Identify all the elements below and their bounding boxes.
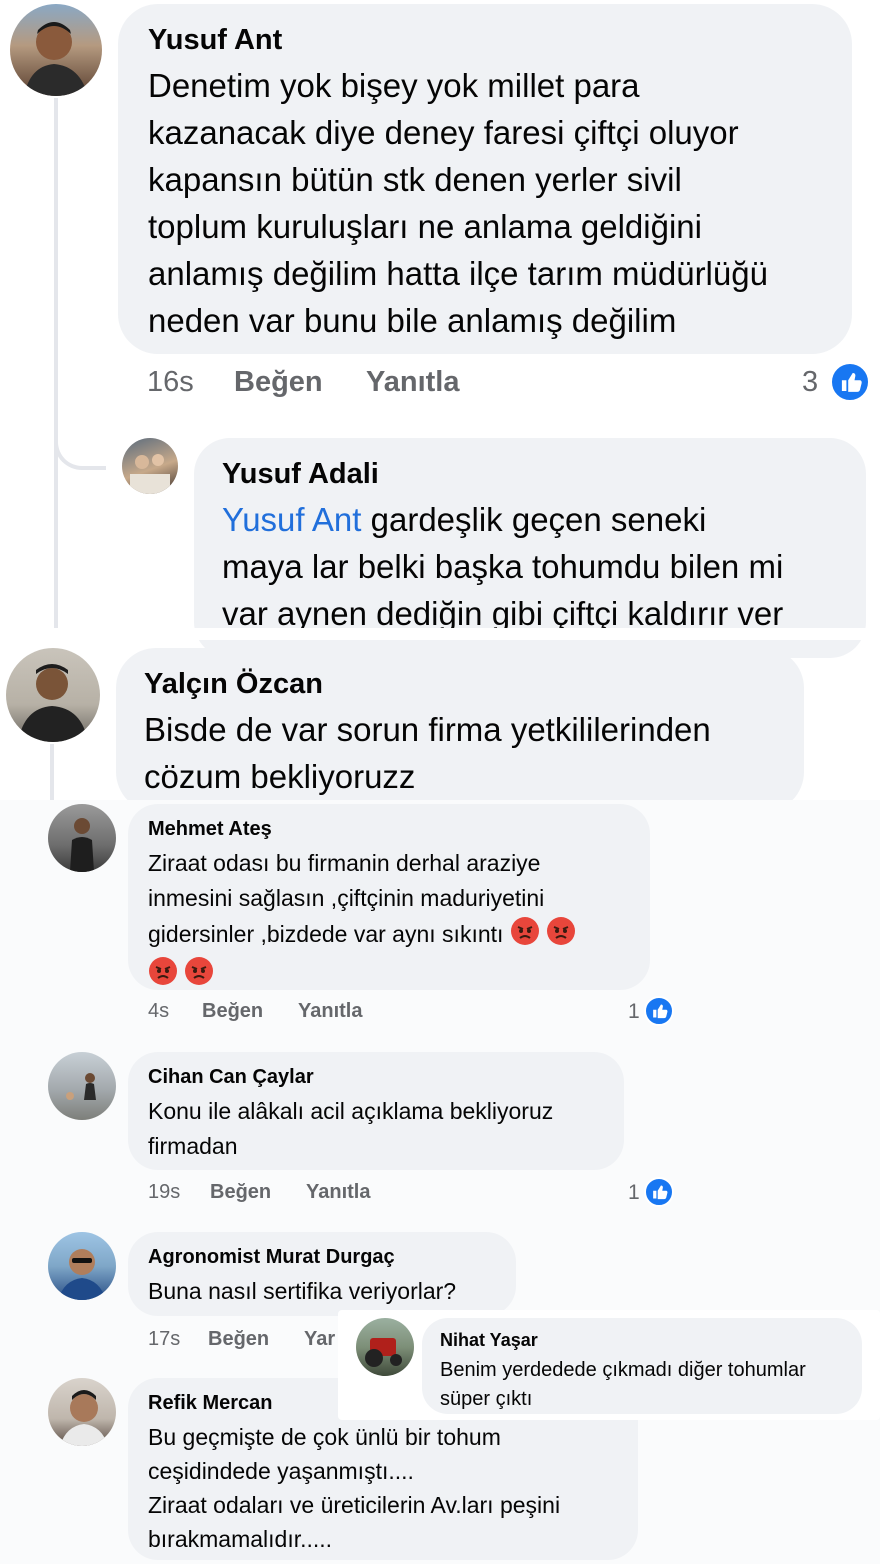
comment-time: 4s xyxy=(148,1000,170,1022)
reply-link[interactable]: Yanıtla xyxy=(306,1181,370,1204)
comment-bubble-cihan-can-caylar[interactable]: Cihan Can Çaylar Konu ile alâkalı acil a… xyxy=(128,1052,624,1170)
thread-line xyxy=(54,98,58,628)
comment-text: Konu ile alâkalı acil açıklama bekliyoru… xyxy=(148,1098,554,1159)
avatar-yalcin-ozcan[interactable] xyxy=(6,648,100,742)
comment-bubble-yusuf-ant[interactable]: Yusuf Ant Denetim yok bişey yok millet p… xyxy=(118,4,852,354)
angry-face-emoji xyxy=(510,916,540,956)
comment-author[interactable]: Yusuf Adali xyxy=(222,458,379,491)
like-link[interactable]: Beğen xyxy=(202,1000,263,1023)
comment-bubble-mehmet-ates[interactable]: Mehmet Ateş Ziraat odası bu firmanin der… xyxy=(128,804,650,990)
group-photo-icon xyxy=(130,454,170,494)
comment-text: Bisde de var sorun firma yetkililerinden… xyxy=(144,711,711,795)
reply-link[interactable]: Yanıtla xyxy=(298,1000,362,1023)
reply-connector xyxy=(54,420,106,470)
angry-face-emoji xyxy=(184,956,214,996)
angry-face-emoji xyxy=(546,916,576,956)
comment-bubble-yalcin-ozcan[interactable]: Yalçın Özcan Bisde de var sorun firma ye… xyxy=(116,648,804,812)
comment-author[interactable]: Nihat Yaşar xyxy=(440,1330,538,1351)
like-thumbs-up-icon[interactable] xyxy=(830,362,870,402)
comment-author[interactable]: Agronomist Murat Durgaç xyxy=(148,1246,395,1269)
comment-text: Yusuf Ant gardeşlik geçen seneki maya la… xyxy=(222,501,784,632)
reply-link[interactable]: Yanıtla xyxy=(366,366,460,399)
avatar-cihan-can-caylar[interactable] xyxy=(48,1052,116,1120)
comment-bubble-nihat-yasar[interactable]: Nihat Yaşar Benim yerdedede çıkmadı diğe… xyxy=(422,1318,862,1414)
comment-author[interactable]: Yusuf Ant xyxy=(148,24,282,57)
like-link[interactable]: Beğen xyxy=(210,1181,271,1204)
person-silhouette-icon xyxy=(66,1073,96,1100)
comment-bubble-murat-durgac[interactable]: Agronomist Murat Durgaç Buna nasıl serti… xyxy=(128,1232,516,1316)
comment-text: Denetim yok bişey yok millet para kazana… xyxy=(148,67,768,339)
reply-link[interactable]: Yar xyxy=(304,1328,335,1351)
comment-author[interactable]: Yalçın Özcan xyxy=(144,668,323,701)
avatar-mehmet-ates[interactable] xyxy=(48,804,116,872)
like-thumbs-up-icon[interactable] xyxy=(644,1177,674,1207)
like-link[interactable]: Beğen xyxy=(234,366,323,399)
person-silhouette-icon xyxy=(24,22,88,96)
person-silhouette-icon xyxy=(70,818,94,872)
comment-time: 16s xyxy=(147,366,194,398)
reaction-count[interactable]: 3 xyxy=(802,366,818,399)
avatar-yusuf-ant[interactable] xyxy=(10,4,102,96)
reaction-count[interactable]: 1 xyxy=(628,1000,640,1024)
angry-face-emoji xyxy=(148,956,178,996)
person-silhouette-icon xyxy=(60,1390,108,1446)
comment-author[interactable]: Cihan Can Çaylar xyxy=(148,1066,314,1089)
reaction-count[interactable]: 1 xyxy=(628,1181,640,1205)
thread-line xyxy=(50,744,54,800)
avatar-refik-mercan[interactable] xyxy=(48,1378,116,1446)
avatar-murat-durgac[interactable] xyxy=(48,1232,116,1300)
avatar-yusuf-adali[interactable] xyxy=(122,438,178,494)
screenshot-crop-edge xyxy=(0,628,880,640)
comment-time: 17s xyxy=(148,1328,181,1350)
comment-text: Bu geçmişte de çok ünlü bir tohum ceşidi… xyxy=(148,1424,561,1552)
comment-text: Benim yerdedede çıkmadı diğer tohumlar s… xyxy=(440,1359,806,1410)
comment-text: Buna nasıl sertifika veriyorlar? xyxy=(148,1278,457,1304)
like-link[interactable]: Beğen xyxy=(208,1328,269,1351)
tractor-icon xyxy=(365,1338,402,1367)
comment-author[interactable]: Mehmet Ateş xyxy=(148,818,272,841)
comment-time: 19s xyxy=(148,1181,181,1203)
avatar-nihat-yasar[interactable] xyxy=(356,1318,414,1376)
like-thumbs-up-icon[interactable] xyxy=(644,996,674,1026)
mention-link[interactable]: Yusuf Ant xyxy=(222,501,361,538)
person-silhouette-icon xyxy=(18,664,88,742)
comment-text: Ziraat odası bu firmanin derhal araziye … xyxy=(148,846,648,996)
comment-author[interactable]: Refik Mercan xyxy=(148,1392,273,1415)
person-silhouette-icon xyxy=(58,1249,106,1300)
reply-bubble-yusuf-adali[interactable]: Yusuf Adali Yusuf Ant gardeşlik geçen se… xyxy=(194,438,866,658)
